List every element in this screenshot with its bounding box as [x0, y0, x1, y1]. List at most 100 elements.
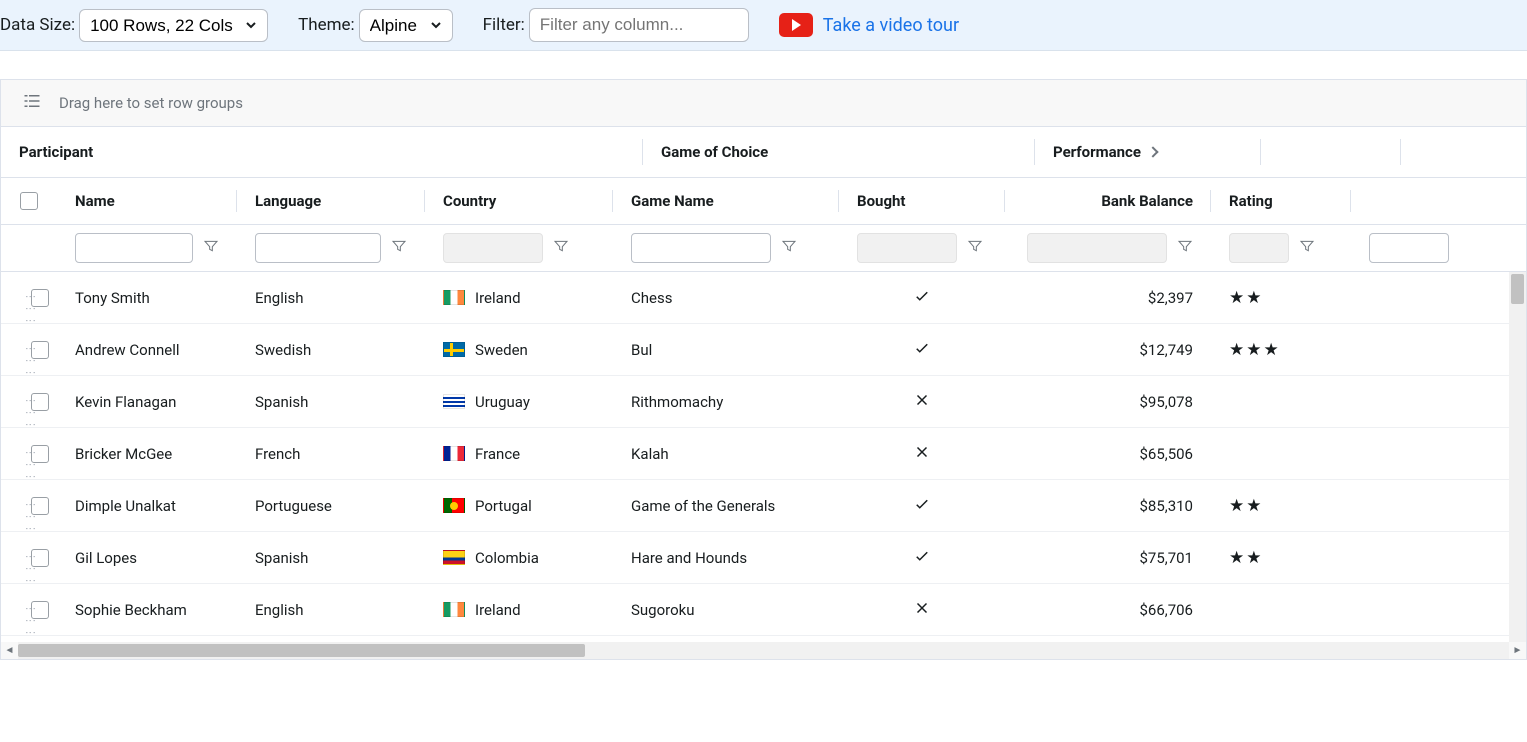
cell-name[interactable]: Kevin Flanagan [57, 393, 237, 411]
cell-game[interactable]: Kalah [613, 445, 839, 463]
drag-handle[interactable] [1, 452, 31, 456]
cell-country[interactable]: Sweden [425, 341, 613, 359]
video-tour-link[interactable]: Take a video tour [779, 13, 959, 37]
column-header-game[interactable]: Game Name [613, 178, 839, 224]
cell-bank[interactable]: $12,749 [1005, 341, 1211, 359]
cell-country[interactable]: Portugal [425, 497, 613, 515]
cell-bought[interactable] [839, 599, 1005, 621]
filter-icon[interactable] [781, 238, 797, 258]
cell-bought[interactable] [839, 495, 1005, 517]
cell-language[interactable]: Spanish [237, 393, 425, 411]
table-row[interactable]: Bricker McGeeFrenchFranceKalah $65,506 [1, 428, 1526, 480]
column-header-bought[interactable]: Bought [839, 178, 1005, 224]
cell-bank[interactable]: $2,397 [1005, 289, 1211, 307]
cell-country[interactable]: Ireland [425, 601, 613, 619]
column-header-bank[interactable]: Bank Balance [1005, 178, 1211, 224]
cell-language[interactable]: Portuguese [237, 497, 425, 515]
cell-bought[interactable] [839, 547, 1005, 569]
column-header-name[interactable]: Name [57, 178, 237, 224]
filter-rating-input[interactable] [1229, 233, 1289, 263]
filter-icon[interactable] [1299, 238, 1315, 258]
filter-icon[interactable] [391, 238, 407, 258]
cell-rating[interactable]: ★★ [1211, 288, 1351, 308]
vertical-scrollbar[interactable] [1509, 272, 1526, 642]
filter-icon[interactable] [967, 238, 983, 258]
cell-language[interactable]: Swedish [237, 341, 425, 359]
scrollbar-thumb[interactable] [18, 644, 585, 657]
cell-name[interactable]: Gil Lopes [57, 549, 237, 567]
drag-handle[interactable] [1, 296, 31, 300]
filter-country-input[interactable] [443, 233, 543, 263]
scroll-right-icon[interactable]: ► [1509, 642, 1526, 659]
filter-icon[interactable] [203, 238, 219, 258]
cell-bought[interactable] [839, 391, 1005, 413]
scrollbar-thumb[interactable] [1511, 274, 1524, 304]
cell-game[interactable]: Hare and Hounds [613, 549, 839, 567]
filter-language-input[interactable] [255, 233, 381, 263]
theme-select[interactable]: Alpine [359, 9, 453, 42]
cell-rating[interactable]: ★★★ [1211, 340, 1351, 360]
column-header-country[interactable]: Country [425, 178, 613, 224]
table-row[interactable]: Gil LopesSpanishColombiaHare and Hounds $… [1, 532, 1526, 584]
data-size-select[interactable]: 100 Rows, 22 Cols [79, 9, 268, 42]
cell-game[interactable]: Game of the Generals [613, 497, 839, 515]
cell-language[interactable]: Spanish [237, 549, 425, 567]
drag-handle[interactable] [1, 348, 31, 352]
filter-bank-input[interactable] [1027, 233, 1167, 263]
horizontal-scrollbar[interactable]: ◄ ► [1, 642, 1526, 659]
column-group-game[interactable]: Game of Choice [643, 127, 1035, 177]
table-row[interactable]: Sophie BeckhamEnglishIrelandSugoroku $66,… [1, 584, 1526, 636]
cell-game[interactable]: Bul [613, 341, 839, 359]
column-header-language[interactable]: Language [237, 178, 425, 224]
filter-extra-input[interactable] [1369, 233, 1449, 263]
cell-language[interactable]: English [237, 601, 425, 619]
cell-language[interactable]: French [237, 445, 425, 463]
select-all-checkbox[interactable] [20, 192, 38, 210]
cell-bank[interactable]: $66,706 [1005, 601, 1211, 619]
rows-container[interactable]: Tony SmithEnglishIrelandChess$2,397★★And… [1, 272, 1526, 642]
column-group-performance[interactable]: Performance [1035, 127, 1261, 177]
filter-game-input[interactable] [631, 233, 771, 263]
table-row[interactable]: Kevin FlanaganSpanishUruguayRithmomachy $… [1, 376, 1526, 428]
table-row[interactable]: Tony SmithEnglishIrelandChess $2,397★★ [1, 272, 1526, 324]
cell-country[interactable]: Ireland [425, 289, 613, 307]
select-all-header[interactable] [1, 178, 57, 224]
cell-name[interactable]: Tony Smith [57, 289, 237, 307]
cell-game[interactable]: Sugoroku [613, 601, 839, 619]
cell-bank[interactable]: $95,078 [1005, 393, 1211, 411]
cell-name[interactable]: Sophie Beckham [57, 601, 237, 619]
table-row[interactable]: Andrew ConnellSwedishSwedenBul $12,749★★★ [1, 324, 1526, 376]
cell-rating[interactable]: ★★ [1211, 496, 1351, 516]
cell-bought[interactable] [839, 443, 1005, 465]
drag-handle[interactable] [1, 504, 31, 508]
cell-bought[interactable] [839, 339, 1005, 361]
cell-name[interactable]: Dimple Unalkat [57, 497, 237, 515]
theme-field: Theme: Alpine [298, 9, 453, 42]
cell-country[interactable]: Colombia [425, 549, 613, 567]
cell-game[interactable]: Chess [613, 289, 839, 307]
table-row[interactable]: Dimple UnalkatPortuguesePortugalGame of … [1, 480, 1526, 532]
filter-icon[interactable] [1177, 238, 1193, 258]
filter-bought-input[interactable] [857, 233, 957, 263]
drag-handle[interactable] [1, 608, 31, 612]
drag-handle[interactable] [1, 400, 31, 404]
cell-bank[interactable]: $65,506 [1005, 445, 1211, 463]
cell-country[interactable]: Uruguay [425, 393, 613, 411]
cell-language[interactable]: English [237, 289, 425, 307]
column-header-rating[interactable]: Rating [1211, 178, 1351, 224]
scroll-left-icon[interactable]: ◄ [1, 642, 18, 659]
cell-name[interactable]: Andrew Connell [57, 341, 237, 359]
drag-handle[interactable] [1, 556, 31, 560]
filter-icon[interactable] [553, 238, 569, 258]
cell-country[interactable]: France [425, 445, 613, 463]
cell-name[interactable]: Bricker McGee [57, 445, 237, 463]
filter-input[interactable] [529, 8, 749, 42]
cell-bank[interactable]: $75,701 [1005, 549, 1211, 567]
cell-game[interactable]: Rithmomachy [613, 393, 839, 411]
column-group-participant[interactable]: Participant [1, 127, 643, 177]
filter-name-input[interactable] [75, 233, 193, 263]
cell-rating[interactable]: ★★ [1211, 548, 1351, 568]
row-group-dropzone[interactable]: Drag here to set row groups [1, 80, 1526, 127]
cell-bank[interactable]: $85,310 [1005, 497, 1211, 515]
cell-bought[interactable] [839, 287, 1005, 309]
